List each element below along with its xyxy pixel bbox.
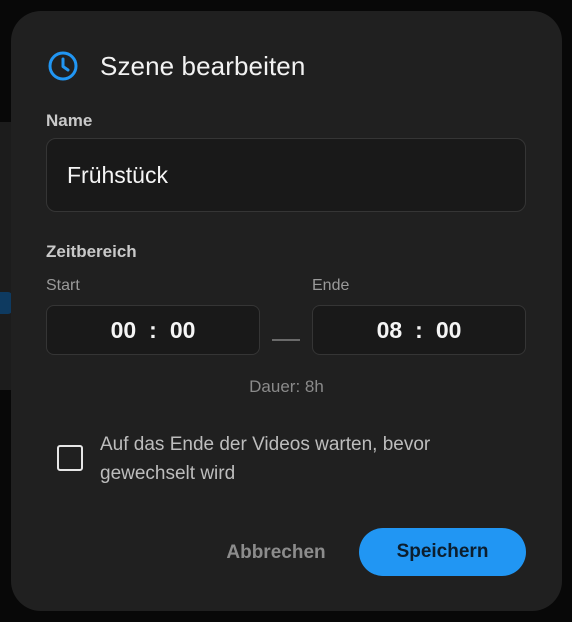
end-time-input[interactable]: 08 : 00 — [312, 305, 526, 355]
start-label: Start — [46, 277, 80, 294]
start-time-input[interactable]: 00 : 00 — [46, 305, 260, 355]
name-input-value: Frühstück — [67, 161, 168, 188]
end-hours[interactable]: 08 — [377, 317, 403, 344]
dialog-header: Szene bearbeiten — [47, 49, 305, 83]
edit-scene-dialog: Szene bearbeiten Name Frühstück Zeitbere… — [11, 11, 562, 611]
start-minutes[interactable]: 00 — [170, 317, 196, 344]
end-label: Ende — [312, 277, 350, 294]
wait-for-videos-label[interactable]: Auf das Ende der Videos warten, bevor ge… — [100, 430, 500, 488]
save-button[interactable]: Speichern — [359, 528, 526, 576]
end-time-separator: : — [415, 316, 423, 343]
name-input[interactable]: Frühstück — [46, 138, 526, 212]
end-minutes[interactable]: 00 — [436, 317, 462, 344]
time-range-label: Zeitbereich — [46, 242, 137, 261]
clock-icon — [48, 51, 78, 81]
time-range-dash — [272, 339, 300, 341]
start-time-separator: : — [149, 316, 157, 343]
wait-for-videos-checkbox[interactable] — [57, 445, 83, 471]
name-label: Name — [46, 111, 93, 130]
dialog-title: Szene bearbeiten — [100, 50, 306, 81]
start-hours[interactable]: 00 — [111, 317, 137, 344]
duration-text: Dauer: 8h — [249, 377, 324, 396]
cancel-button[interactable]: Abbrechen — [214, 529, 338, 577]
